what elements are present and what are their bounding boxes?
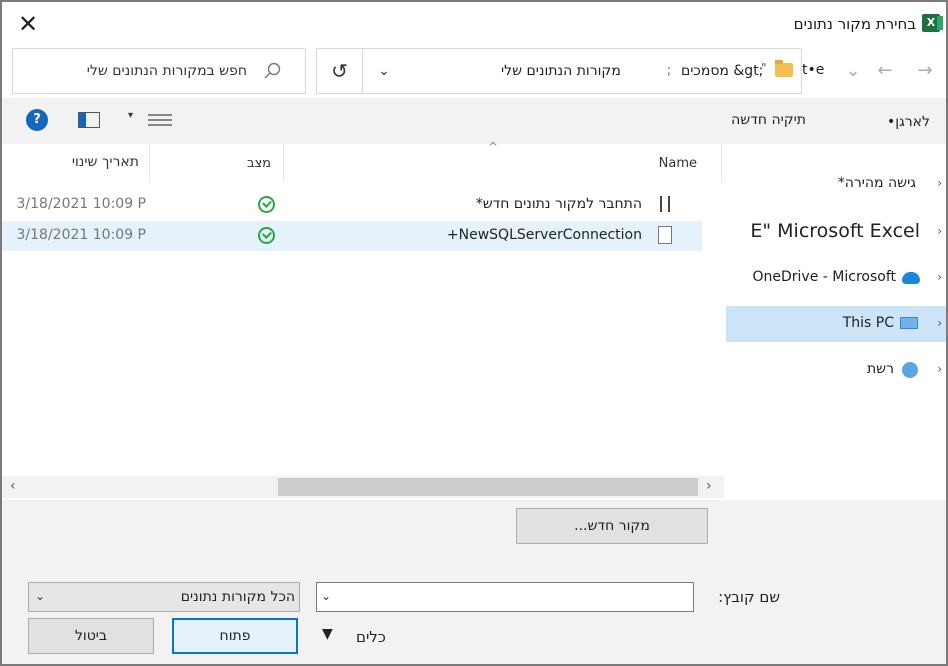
nav-item-network[interactable]: › רשת — [726, 352, 946, 388]
toolbar: ? ▾ תיקיה חדשה לארגן• — [2, 98, 946, 144]
nav-item-microsoft-excel[interactable]: › E" Microsoft Excel — [726, 214, 946, 250]
scroll-left-icon[interactable]: ‹ — [10, 478, 16, 494]
search-input[interactable]: חפש במקורות הנתונים שלי — [87, 63, 247, 79]
horizontal-scrollbar[interactable]: ‹ › — [2, 476, 724, 498]
chevron-down-icon: ⌄ — [35, 589, 46, 603]
nav-item-onedrive[interactable]: › OneDrive - Microsoft — [726, 260, 946, 296]
recent-locations-button[interactable]: ⌄ — [842, 60, 864, 82]
search-icon — [264, 62, 281, 79]
nav-item-label: רשת — [866, 361, 894, 377]
column-header-label: תאריך שינוי — [71, 154, 139, 170]
chevron-right-icon[interactable]: › — [937, 316, 942, 330]
back-button[interactable]: ← — [874, 60, 896, 82]
nav-item-label: E" Microsoft Excel — [750, 220, 920, 242]
file-type-value: הכל מקורות נתונים — [180, 589, 295, 605]
breadcrumb-documents[interactable]: מסמכים &gt; — [681, 63, 763, 79]
file-date: 3/18/2021 10:09 P — [16, 227, 146, 243]
chevron-right-icon[interactable]: › — [937, 224, 942, 238]
tools-menu-button[interactable]: כלים — [356, 628, 386, 646]
excel-icon: X — [922, 14, 943, 32]
column-header-label: מצב — [246, 156, 271, 171]
refresh-button[interactable]: ↺ — [316, 48, 362, 94]
nav-item-this-pc[interactable]: › This PC — [726, 306, 946, 342]
computer-icon — [900, 317, 918, 329]
column-header-date-modified[interactable]: תאריך שינוי — [2, 144, 150, 182]
open-button[interactable]: פתוח — [172, 618, 298, 654]
bottom-panel: מקור חדש... שם קובץ: ⌄ ⌄ הכל מקורות נתונ… — [2, 500, 946, 664]
new-source-button[interactable]: מקור חדש... — [516, 508, 708, 544]
dialog-title: בחירת מקור נתונים — [793, 15, 916, 33]
scrollbar-thumb[interactable] — [278, 478, 698, 496]
column-header-label: Name — [658, 156, 697, 171]
organize-button[interactable]: לארגן• — [887, 114, 930, 130]
nav-item-label: *גישה מהירה — [837, 175, 916, 191]
chevron-right-icon[interactable]: › — [937, 176, 942, 190]
chevron-right-icon[interactable]: › — [937, 270, 942, 284]
table-row[interactable]: *התחבר למקור נתונים חדש 3/18/2021 10:09 … — [2, 190, 702, 220]
chevron-down-icon[interactable]: ⌄ — [321, 589, 331, 603]
file-date: 3/18/2021 10:09 P — [16, 196, 146, 212]
file-name: *התחבר למקור נתונים חדש — [475, 196, 642, 212]
cancel-button[interactable]: ביטול — [28, 618, 154, 654]
connection-icon — [660, 196, 670, 212]
scroll-right-icon[interactable]: › — [706, 478, 712, 494]
navigation-pane: › *גישה מהירה › E" Microsoft Excel › One… — [726, 144, 946, 500]
view-list-icon[interactable] — [148, 111, 172, 129]
select-data-source-dialog: ✕ בחירת מקור נתונים X חפש במקורות הנתוני… — [0, 0, 948, 666]
column-header-status[interactable]: מצב — [150, 144, 284, 182]
address-dropdown-button[interactable]: ⌄ — [363, 49, 405, 93]
network-icon — [902, 362, 918, 378]
help-icon[interactable]: ? — [26, 109, 48, 131]
file-icon — [658, 226, 672, 244]
table-row[interactable]: +NewSQLServerConnection 3/18/2021 10:09 … — [2, 221, 702, 251]
filename-label: שם קובץ: — [718, 588, 780, 606]
status-ok-icon — [258, 227, 275, 244]
file-list: ^ Name מצב תאריך שינוי *התחבר למקור נתונ… — [2, 140, 726, 500]
folder-icon — [775, 60, 793, 77]
breadcrumb-separator: ; — [667, 63, 672, 77]
nav-item-label: This PC — [842, 315, 894, 331]
tools-dropdown-arrow[interactable]: ▼ — [322, 626, 333, 642]
chevron-right-icon[interactable]: › — [937, 362, 942, 376]
new-folder-button[interactable]: תיקיה חדשה — [731, 112, 806, 128]
status-ok-icon — [258, 196, 275, 213]
file-name: +NewSQLServerConnection — [446, 227, 642, 243]
title-bar: ✕ בחירת מקור נתונים X — [2, 2, 946, 46]
breadcrumb-quote: " — [761, 61, 767, 75]
breadcrumb-root[interactable]: t•e — [802, 62, 824, 78]
preview-pane-icon[interactable] — [78, 112, 100, 128]
filename-input[interactable]: ⌄ — [316, 582, 694, 612]
column-header-name[interactable]: Name — [282, 144, 722, 182]
breadcrumb-my-data-sources[interactable]: מקורות הנתונים שלי — [501, 63, 621, 79]
nav-item-label: OneDrive - Microsoft — [752, 269, 897, 285]
forward-button[interactable]: → — [914, 60, 936, 82]
onedrive-cloud-icon — [902, 272, 920, 284]
address-bar[interactable]: ⌄ מקורות הנתונים שלי ; מסמכים &gt; " — [362, 48, 802, 94]
close-button[interactable]: ✕ — [14, 10, 42, 38]
file-type-select[interactable]: ⌄ הכל מקורות נתונים — [28, 582, 300, 612]
view-options-arrow[interactable]: ▾ — [128, 110, 133, 121]
nav-item-quick-access[interactable]: › *גישה מהירה — [726, 166, 946, 202]
search-box[interactable]: חפש במקורות הנתונים שלי — [12, 48, 306, 94]
